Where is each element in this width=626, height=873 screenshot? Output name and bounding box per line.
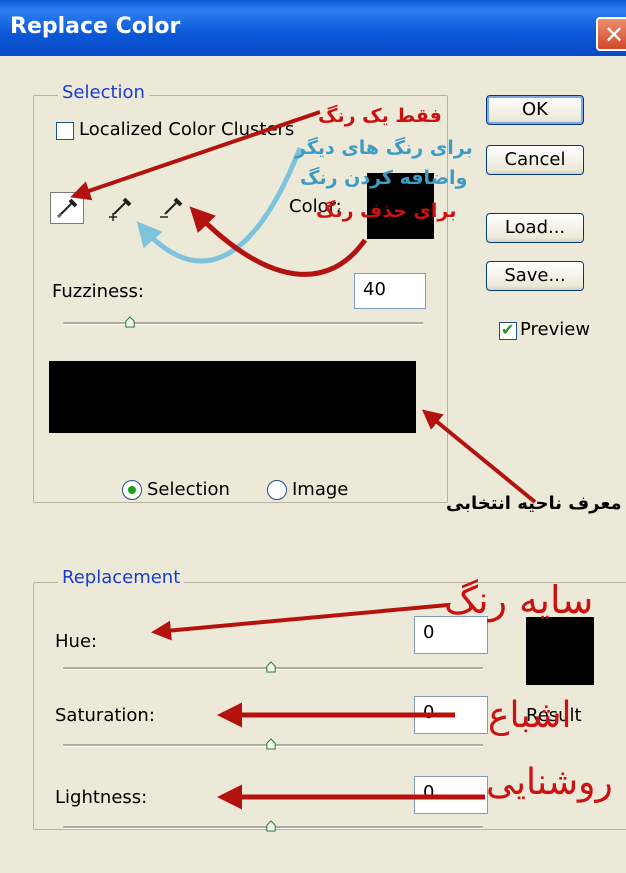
- replace-color-dialog: Replace Color ✕ Selection Localized Colo…: [0, 0, 626, 873]
- annotation-hue: سایه رنگ: [444, 578, 594, 622]
- annotation-saturation: اشباع: [488, 695, 572, 736]
- annotation-lightness: روشنایی: [486, 762, 613, 803]
- annotation-add-color-2: واضافه کردن رنگ: [300, 167, 468, 189]
- arrow-to-selection-preview: [421, 409, 537, 504]
- arrow-to-hue: [151, 603, 449, 641]
- annotation-selection-area: معرف ناحیه انتخابی: [446, 493, 622, 514]
- annotation-add-color-1: برای رنگ های دیگر: [295, 137, 473, 159]
- annotation-one-color: فقط یک رنگ: [318, 105, 442, 127]
- annotation-remove-color: برای حذف رنگ: [316, 200, 457, 222]
- annotation-arrows: [70, 110, 537, 810]
